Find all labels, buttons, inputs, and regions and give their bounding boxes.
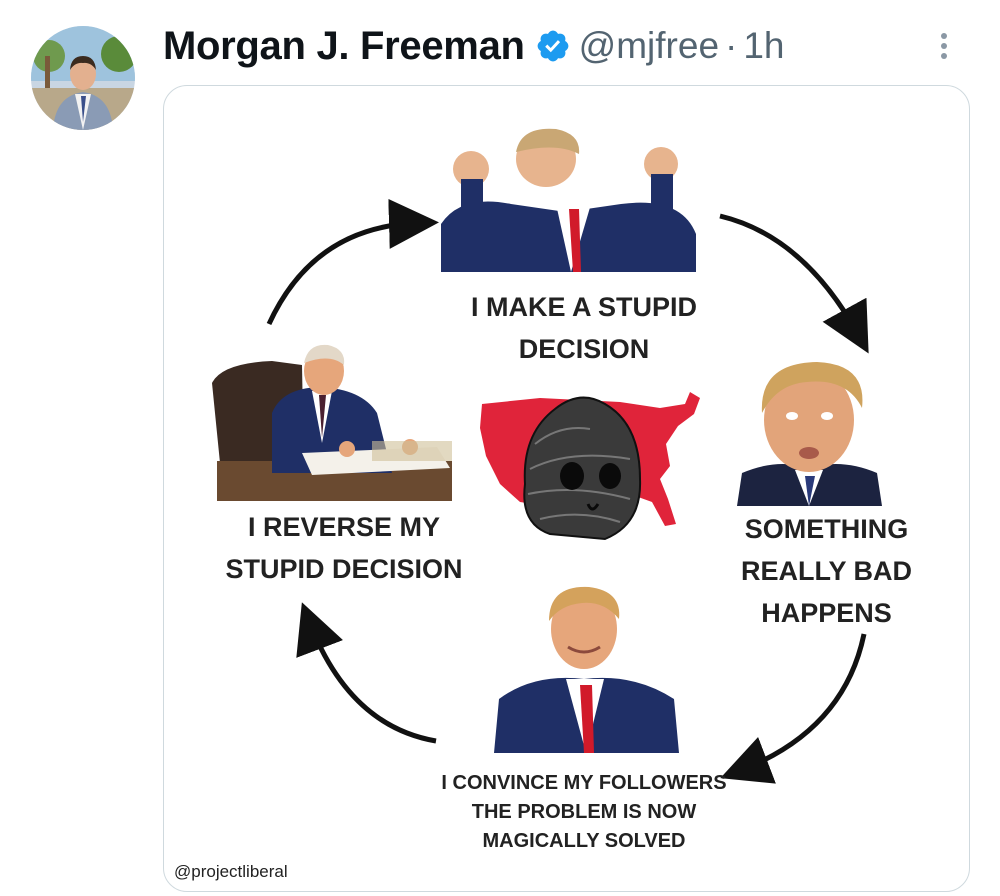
cycle-arrow [720, 633, 867, 784]
author-name[interactable]: Morgan J. Freeman [163, 24, 525, 69]
cycle-step-1: I MAKE A STUPID DECISION [414, 286, 754, 370]
tweet-header: Morgan J. Freeman @mjfree · 1h [163, 18, 785, 74]
caption-line: I MAKE A STUPID [470, 292, 697, 322]
cycle-step-4: I REVERSE MY STUPID DECISION [184, 506, 504, 590]
photo-top [441, 124, 696, 272]
caption-line: REALLY BAD [740, 556, 913, 586]
caption-line: DECISION [518, 334, 650, 364]
caption-line: I REVERSE MY [247, 512, 441, 542]
caption-line: SOMETHING [744, 514, 909, 544]
more-options-icon[interactable] [930, 26, 958, 66]
image-credit: @projectliberal [174, 862, 288, 881]
caption-line: HAPPENS [761, 598, 892, 628]
caption-line: I CONVINCE MY FOLLOWERS [441, 772, 727, 794]
cycle-step-2: SOMETHING REALLY BAD HAPPENS [694, 508, 959, 634]
caption-line: MAGICALLY SOLVED [482, 830, 686, 852]
avatar[interactable] [31, 26, 135, 130]
cycle-arrow [296, 602, 437, 744]
separator-dot: · [725, 25, 738, 66]
caption-line: STUPID DECISION [225, 554, 463, 584]
photo-right [737, 358, 882, 506]
verified-badge-icon [535, 28, 571, 64]
avatar-image [31, 26, 135, 130]
post-media[interactable]: I MAKE A STUPID DECISION SOMETHING REALL… [163, 85, 970, 892]
cycle-arrow [266, 198, 439, 326]
center-image [480, 392, 700, 541]
caption-line: THE PROBLEM IS NOW [471, 801, 697, 823]
author-handle[interactable]: @mjfree [579, 25, 719, 67]
post-timestamp[interactable]: 1h [743, 25, 784, 67]
photo-bottom [494, 581, 679, 753]
cycle-step-3: I CONVINCE MY FOLLOWERS THE PROBLEM IS N… [394, 769, 774, 856]
